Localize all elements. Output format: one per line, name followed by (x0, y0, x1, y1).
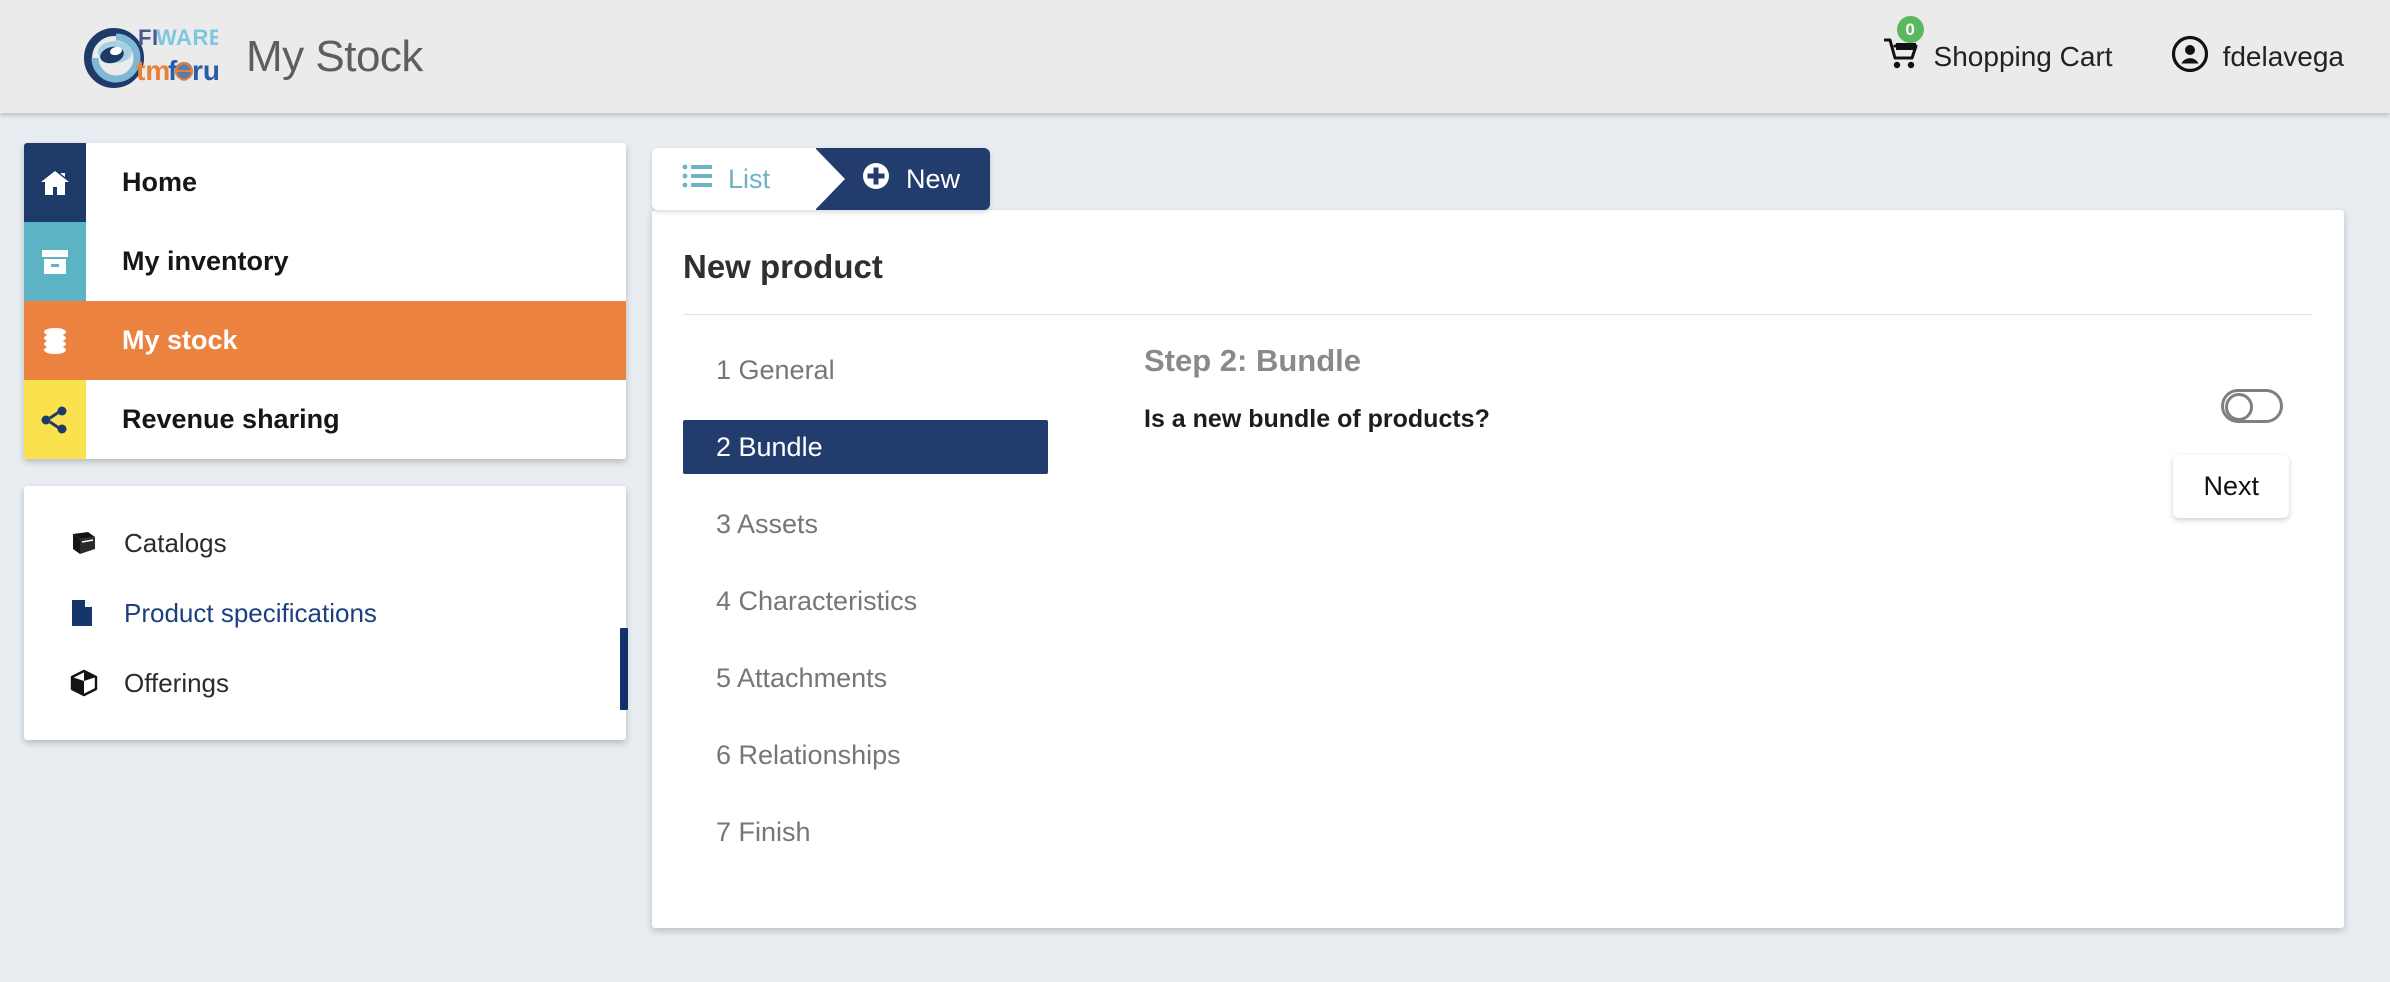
svg-text:tm: tm (136, 55, 170, 86)
sidebar-label-home: Home (122, 167, 198, 197)
step-text-finish: 7 Finish (716, 816, 811, 847)
step-text-general: 1 General (716, 354, 835, 385)
tab-label-list: List (728, 163, 771, 194)
page-title: New product (683, 248, 883, 285)
bundle-question-label: Is a new bundle of products? (1144, 405, 1490, 433)
svg-text:WARE: WARE (156, 25, 218, 50)
sidebar-item-product-specifications[interactable]: Product specifications (24, 578, 626, 648)
home-icon (24, 143, 86, 222)
new-product-card: New product 1 General 2 Bundle 3 Assets … (652, 210, 2344, 928)
step-text-assets: 3 Assets (716, 508, 819, 539)
cube-icon (70, 669, 110, 697)
sidebar-label-revenue-sharing: Revenue sharing (122, 404, 340, 434)
tab-new[interactable]: New (815, 148, 991, 210)
secondary-nav-card: Catalogs Product specifications Offering… (24, 486, 628, 740)
cart-count-badge: 0 (1896, 16, 1924, 43)
list-icon (682, 164, 712, 195)
sidebar-label-my-stock: My stock (122, 325, 238, 355)
app-title: My Stock (246, 31, 423, 81)
step-text-relationships: 6 Relationships (716, 739, 901, 770)
tab-label-new: New (906, 163, 961, 194)
wizard-step-bundle[interactable]: 2 Bundle (683, 420, 1048, 474)
fiware-tmforum-logo-icon: FI WARE tm f rum (68, 18, 245, 96)
cart-icon (1883, 37, 1920, 76)
book-icon (70, 530, 110, 556)
wizard-step-general[interactable]: 1 General (683, 343, 1048, 397)
sidebar-label-catalogs: Catalogs (124, 527, 227, 558)
plus-circle-icon (862, 162, 890, 197)
user-menu-button[interactable]: fdelavega (2171, 35, 2344, 78)
active-section-marker (620, 628, 628, 710)
step-text-bundle: 2 Bundle (716, 431, 823, 462)
shopping-cart-label: Shopping Cart (1933, 40, 2113, 72)
shopping-cart-button[interactable]: 0 Shopping Cart (1883, 16, 2113, 76)
toggle-knob (2225, 393, 2253, 421)
header-actions: 0 Shopping Cart fdelavega (1883, 16, 2344, 78)
user-avatar-icon (2171, 35, 2209, 78)
step-text-characteristics: 4 Characteristics (716, 585, 918, 616)
username-label: fdelavega (2222, 40, 2344, 72)
wizard-step-relationships[interactable]: 6 Relationships (683, 728, 1048, 782)
sidebar-label-offerings: Offerings (124, 667, 230, 698)
brand-block[interactable]: FI WARE tm f rum My Stock (68, 18, 423, 96)
wizard-step-assets[interactable]: 3 Assets (683, 497, 1048, 551)
sidebar-item-home[interactable]: Home (24, 143, 626, 222)
document-icon (70, 599, 110, 627)
sidebar-item-offerings[interactable]: Offerings (24, 648, 626, 718)
wizard-step-finish[interactable]: 7 Finish (683, 805, 1048, 859)
svg-text:rum: rum (192, 55, 218, 86)
primary-nav-card: Home My inventory My stock Revenue shari… (24, 143, 626, 459)
sidebar-label-my-inventory: My inventory (122, 246, 289, 276)
sidebar-item-my-stock[interactable]: My stock (24, 301, 626, 380)
share-icon (24, 380, 86, 459)
sidebar-item-my-inventory[interactable]: My inventory (24, 222, 626, 301)
sidebar-item-catalogs[interactable]: Catalogs (24, 508, 626, 578)
step-text-attachments: 5 Attachments (716, 662, 888, 693)
step-heading: Step 2: Bundle (1144, 343, 1362, 378)
left-sidebar: Home My inventory My stock Revenue shari… (24, 143, 628, 740)
wizard-step-list: 1 General 2 Bundle 3 Assets 4 Characteri… (683, 343, 1048, 882)
archive-icon (24, 222, 86, 301)
bundle-toggle-switch[interactable] (2221, 389, 2283, 423)
tab-arrow-icon (815, 148, 846, 210)
tab-list[interactable]: List (652, 148, 817, 210)
sidebar-label-product-specifications: Product specifications (124, 597, 377, 628)
database-icon (24, 301, 86, 380)
next-button[interactable]: Next (2173, 455, 2289, 518)
wizard-step-attachments[interactable]: 5 Attachments (683, 651, 1048, 705)
wizard-step-panel: Step 2: Bundle Is a new bundle of produc… (1048, 343, 2313, 882)
app-header: FI WARE tm f rum My Stock 0 (0, 0, 2390, 113)
wizard-step-characteristics[interactable]: 4 Characteristics (683, 574, 1048, 628)
sidebar-item-revenue-sharing[interactable]: Revenue sharing (24, 380, 626, 459)
tab-bar: List New (652, 148, 991, 210)
